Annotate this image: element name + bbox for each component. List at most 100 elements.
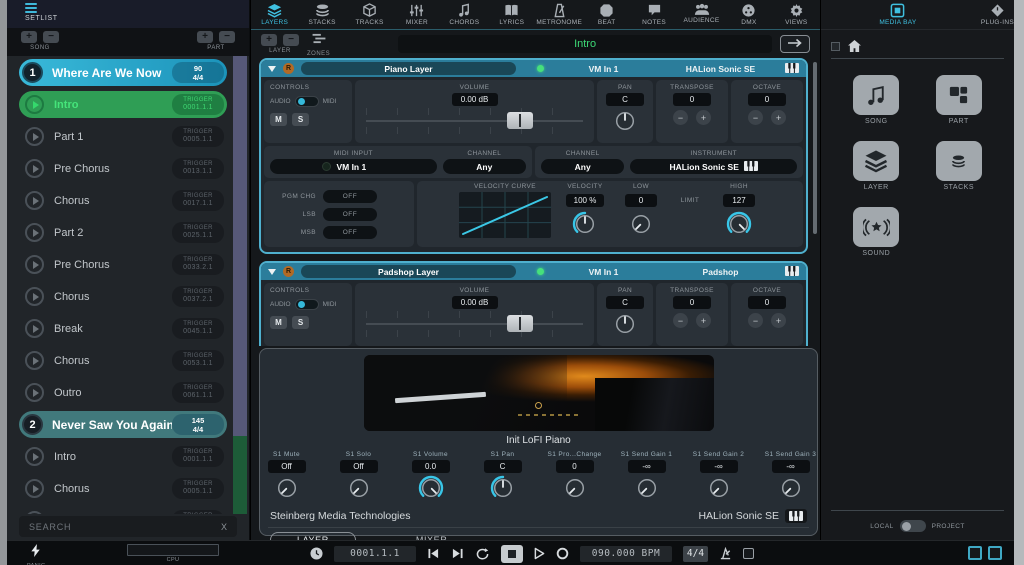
part-play-icon[interactable]: [25, 223, 44, 242]
volume-slider-handle[interactable]: [507, 315, 533, 332]
low-display[interactable]: 0: [625, 194, 657, 207]
tab-audience[interactable]: AUDIENCE: [678, 3, 725, 29]
quick-control-value[interactable]: -∞: [628, 460, 666, 473]
part-play-icon[interactable]: [25, 479, 44, 498]
part-play-icon[interactable]: [25, 447, 44, 466]
collapse-caret-icon[interactable]: [268, 66, 276, 72]
tab-metronome[interactable]: METRONOME: [536, 3, 583, 29]
tab-views[interactable]: VIEWS: [773, 3, 820, 29]
part-row-chorus[interactable]: Chorus TRIGGER0017.1.1: [19, 187, 227, 214]
layer-name-field[interactable]: Padshop Layer: [301, 265, 516, 278]
part-row-part-1[interactable]: Part 1 TRIGGER0005.1.1: [19, 123, 227, 150]
skip-start-button[interactable]: [427, 548, 440, 559]
part-play-icon[interactable]: [25, 127, 44, 146]
local-project-toggle[interactable]: [900, 520, 926, 532]
mute-button[interactable]: M: [270, 113, 287, 126]
header-midi-input[interactable]: VM In 1: [551, 267, 656, 277]
add-part-button[interactable]: +: [197, 31, 213, 43]
quick-control-knob[interactable]: [346, 475, 372, 506]
part-play-icon[interactable]: [25, 351, 44, 370]
part-row-part-1[interactable]: Part 1 TRIGGER0013.1.1: [19, 507, 227, 514]
media-tile-part[interactable]: PART: [936, 75, 982, 125]
part-play-icon[interactable]: [25, 319, 44, 338]
quick-control-value[interactable]: -∞: [700, 460, 738, 473]
octave-display[interactable]: 0: [748, 296, 786, 309]
quick-control-knob[interactable]: [562, 475, 588, 506]
panel-toggle-left-button[interactable]: [968, 546, 982, 560]
tab-notes[interactable]: NOTES: [630, 3, 677, 29]
remove-song-button[interactable]: −: [43, 31, 59, 43]
loop-button[interactable]: [475, 548, 490, 560]
search-input[interactable]: [29, 522, 221, 532]
mute-button[interactable]: M: [270, 316, 287, 329]
part-row-chorus[interactable]: Chorus TRIGGER0053.1.1: [19, 347, 227, 374]
high-knob[interactable]: [726, 211, 752, 242]
time-signature-display[interactable]: 4/4: [683, 546, 708, 562]
position-display[interactable]: 0001.1.1: [334, 546, 416, 562]
add-layer-button[interactable]: +: [261, 34, 277, 46]
record-ready-button[interactable]: R: [283, 63, 294, 74]
audio-midi-toggle[interactable]: [295, 96, 319, 107]
octave-minus-button[interactable]: −: [748, 110, 763, 125]
volume-slider[interactable]: [366, 108, 584, 134]
velocity-curve-graph[interactable]: [459, 192, 551, 243]
volume-slider[interactable]: [366, 311, 584, 337]
panic-button[interactable]: PANIC: [27, 544, 45, 565]
tempo-display[interactable]: 090.000 BPM: [580, 546, 672, 562]
menu-icon[interactable]: [25, 3, 249, 13]
tab-tracks[interactable]: TRACKS: [346, 3, 393, 29]
pgm-chg-button[interactable]: OFF: [323, 190, 377, 203]
part-play-icon[interactable]: [25, 95, 44, 114]
header-instrument[interactable]: Padshop: [663, 267, 778, 277]
quick-control-knob[interactable]: [490, 475, 516, 506]
panel-toggle-right-button[interactable]: [988, 546, 1002, 560]
play-button[interactable]: [534, 547, 545, 560]
remove-part-button[interactable]: −: [219, 31, 235, 43]
transpose-minus-button[interactable]: −: [673, 110, 688, 125]
tab-stacks[interactable]: STACKS: [298, 3, 345, 29]
octave-minus-button[interactable]: −: [748, 313, 763, 328]
tab-beat[interactable]: BEAT: [583, 3, 630, 29]
quick-control-value[interactable]: -∞: [772, 460, 810, 473]
part-play-icon[interactable]: [25, 191, 44, 210]
tab-lyrics[interactable]: LYRICS: [488, 3, 535, 29]
transpose-display[interactable]: 0: [673, 296, 711, 309]
octave-plus-button[interactable]: +: [771, 313, 786, 328]
layer-header[interactable]: R Piano Layer VM In 1 HALion Sonic SE: [261, 60, 806, 77]
pan-display[interactable]: C: [606, 93, 644, 106]
quick-control-value[interactable]: 0.0: [412, 460, 450, 473]
media-tile-song[interactable]: SONG: [853, 75, 899, 125]
setlist-scrollbar[interactable]: [233, 56, 247, 514]
part-play-icon[interactable]: [25, 287, 44, 306]
quick-control-value[interactable]: Off: [340, 460, 378, 473]
search-clear-button[interactable]: X: [221, 522, 227, 532]
transpose-minus-button[interactable]: −: [673, 313, 688, 328]
part-play-icon[interactable]: [25, 511, 44, 514]
layers-scrollbar[interactable]: [813, 62, 817, 234]
quick-control-value[interactable]: Off: [268, 460, 306, 473]
volume-display[interactable]: 0.00 dB: [452, 296, 498, 309]
audio-midi-toggle[interactable]: [295, 299, 319, 310]
transpose-plus-button[interactable]: +: [696, 313, 711, 328]
transport-checkbox[interactable]: [743, 548, 754, 559]
instrument-channel-select[interactable]: Any: [541, 159, 624, 174]
stop-button[interactable]: [501, 545, 523, 563]
pan-knob[interactable]: [612, 311, 638, 342]
metronome-button[interactable]: [719, 547, 732, 560]
solo-button[interactable]: S: [292, 113, 309, 126]
velocity-display[interactable]: 100 %: [566, 194, 604, 207]
zones-icon[interactable]: [312, 31, 326, 49]
layer-header[interactable]: R Padshop Layer VM In 1 Padshop: [261, 263, 806, 280]
part-row-break[interactable]: Break TRIGGER0045.1.1: [19, 315, 227, 342]
home-icon[interactable]: [848, 40, 861, 52]
media-tile-sound[interactable]: SOUND: [853, 207, 899, 257]
record-button[interactable]: [556, 547, 569, 560]
quick-control-knob[interactable]: [778, 475, 804, 506]
velocity-knob[interactable]: [572, 211, 598, 242]
part-row-intro[interactable]: Intro TRIGGER0001.1.1: [19, 91, 227, 118]
layer-name-field[interactable]: Piano Layer: [301, 62, 516, 75]
media-tile-stacks[interactable]: STACKS: [936, 141, 982, 191]
part-play-icon[interactable]: [25, 383, 44, 402]
high-display[interactable]: 127: [723, 194, 755, 207]
pan-display[interactable]: C: [606, 296, 644, 309]
